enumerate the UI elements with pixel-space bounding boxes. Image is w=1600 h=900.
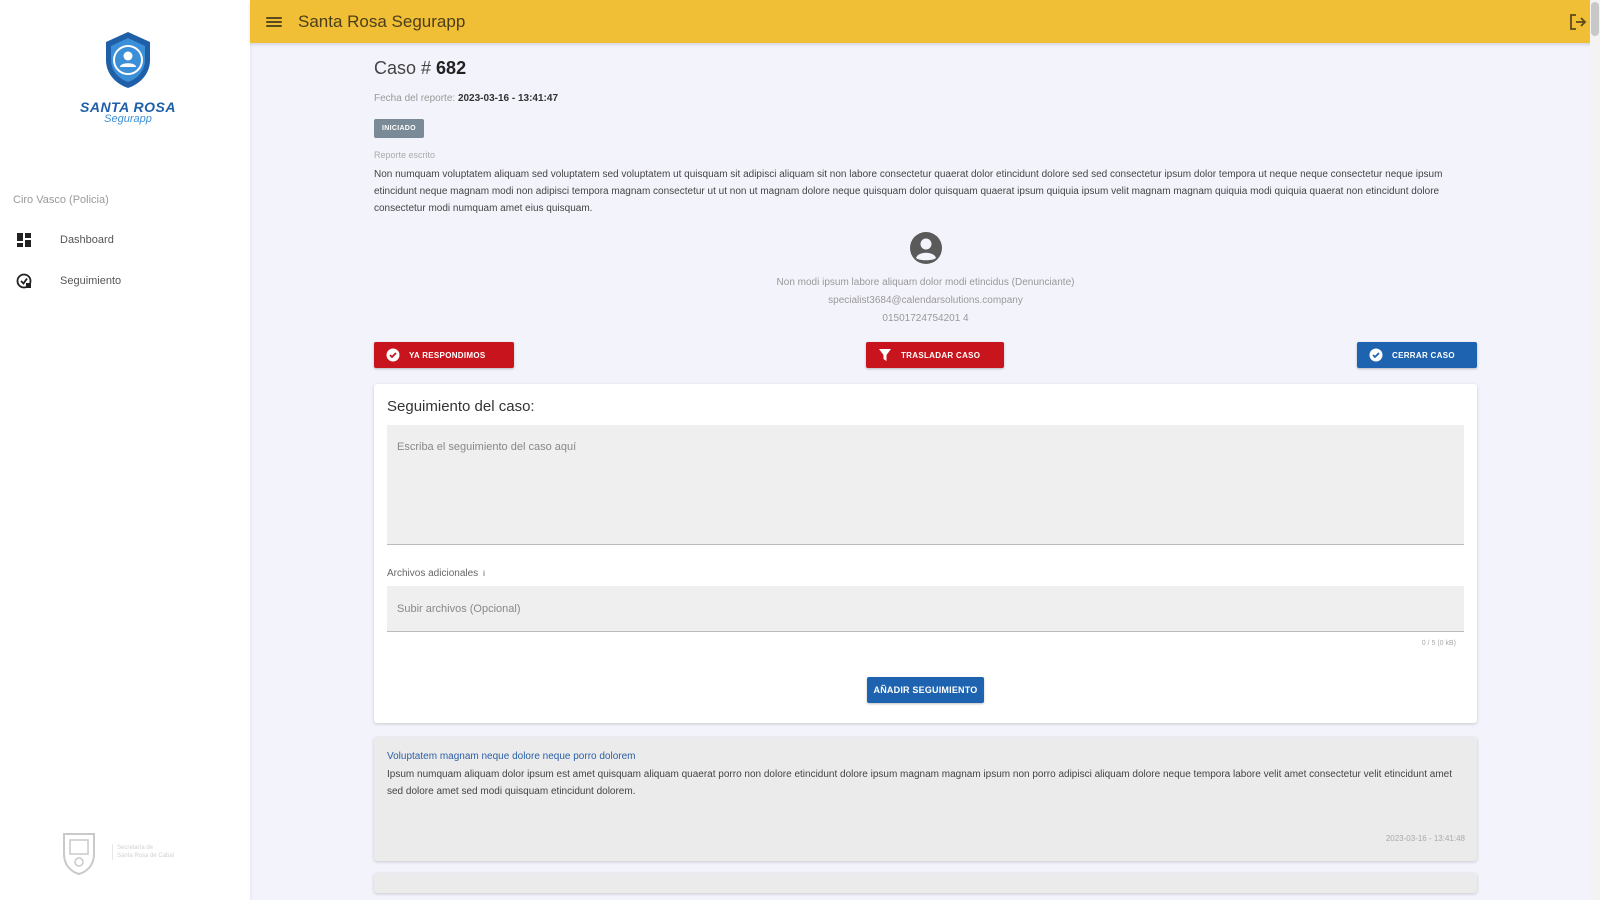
info-icon[interactable]: i [483,569,485,578]
followup-text: Ipsum numquam aliquam dolor ipsum est am… [387,769,1453,797]
reporter-email: specialist3684@calendarsolutions.company [828,295,1023,306]
app-title: Santa Rosa Segurapp [298,11,466,31]
close-case-button[interactable]: CERRAR CASO [1357,342,1477,368]
sidebar-item-label: Dashboard [60,234,114,246]
sidebar: SANTA ROSA Segurapp Ciro Vasco (Policia)… [0,0,250,900]
file-counter: 0 / 5 (0 kB) [1421,640,1456,647]
user-avatar-icon [909,232,942,264]
sidebar-item-seguimiento[interactable]: Seguimiento [14,271,121,291]
transfer-button-label: TRASLADAR CASO [901,350,981,360]
file-upload-input[interactable] [387,586,1464,632]
followup-entry [374,873,1477,893]
followup-entry: Voluptatem magnam neque dolore neque por… [374,737,1477,861]
case-number: 682 [436,58,467,78]
check-circle-icon [386,348,400,362]
status-badge: INICIADO [374,119,424,138]
followup-date: 2023-03-16 - 13:41:48 [1385,834,1465,843]
report-text: Non numquam voluptatem aliquam sed volup… [374,169,1443,214]
followup-textarea[interactable] [387,425,1464,545]
top-app-bar: Santa Rosa Segurapp [250,0,1600,43]
report-date-label: Fecha del reporte: [374,93,458,104]
municipality-text: Secretaría de Santa Rosa de Cabal [112,844,174,860]
case-title-prefix: Caso # [374,58,437,78]
followup-form-card: Seguimiento del caso: Archivos adicional… [374,384,1477,723]
check-circle-icon [1369,348,1383,362]
respond-button-label: YA RESPONDIMOS [409,350,486,360]
seguimiento-icon [14,271,34,291]
municipality-text-line2: Santa Rosa de Cabal [117,853,175,859]
report-date: Fecha del reporte: 2023-03-16 - 13:41:47 [374,93,1477,104]
municipality-logo: Secretaría de Santa Rosa de Cabal [60,828,174,876]
scrollbar-thumb[interactable] [1591,2,1599,36]
reporter-phone: 01501724754201 4 [882,313,969,324]
sidebar-item-dashboard[interactable]: Dashboard [14,230,114,250]
followup-form-title: Seguimiento del caso: [387,398,535,415]
municipality-text-line1: Secretaría de [117,845,154,851]
reporter-name: Non modi ipsum labore aliquam dolor modi… [776,277,1075,288]
logout-icon[interactable] [1568,12,1588,32]
coat-of-arms-icon [63,833,95,876]
user-label: Ciro Vasco (Policia) [13,194,109,206]
transfer-button[interactable]: TRASLADAR CASO [866,342,1004,368]
close-case-button-label: CERRAR CASO [1392,350,1455,360]
report-date-value: 2023-03-16 - 13:41:47 [457,93,559,104]
menu-icon[interactable] [266,15,282,29]
shield-logo-icon [106,32,150,88]
main-content: Caso # 682 Fecha del reporte: 2023-03-16… [374,58,1477,893]
reporter-info: Non modi ipsum labore aliquam dolor modi… [374,231,1477,328]
sidebar-item-label: Seguimiento [60,275,122,287]
filter-icon [879,349,891,361]
files-label-text: Archivos adicionales [387,568,479,579]
page-scrollbar[interactable] [1590,0,1600,900]
respond-button[interactable]: YA RESPONDIMOS [374,342,514,368]
case-actions: YA RESPONDIMOS TRASLADAR CASO CERRAR CAS… [374,342,1477,370]
files-label: Archivos adicionales i [387,568,1464,579]
add-followup-button[interactable]: AÑADIR SEGUIMIENTO [866,677,985,703]
dashboard-icon [14,230,34,250]
report-label: Reporte escrito [374,150,436,160]
page-title: Caso # 682 [374,58,1477,79]
app-logo[interactable]: SANTA ROSA Segurapp [76,30,180,125]
followup-title: Voluptatem magnam neque dolore neque por… [387,751,636,762]
